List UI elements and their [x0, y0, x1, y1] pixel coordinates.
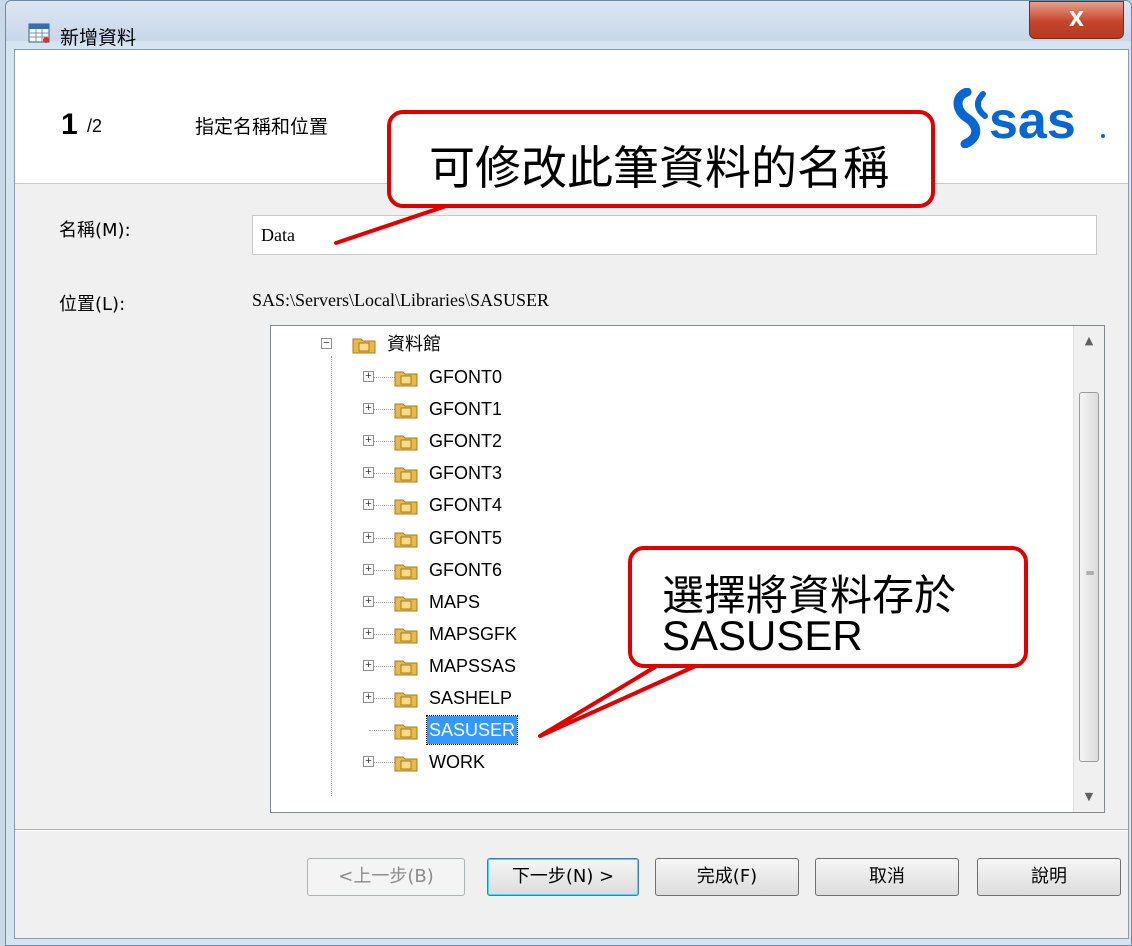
location-callout-pointer	[538, 662, 702, 738]
location-callout-line2: SASUSER	[662, 612, 863, 659]
name-callout: 可修改此筆資料的名稱	[387, 110, 935, 208]
name-callout-text: 可修改此筆資料的名稱	[429, 142, 889, 194]
location-callout: 選擇將資料存於 SASUSER	[628, 546, 1028, 668]
